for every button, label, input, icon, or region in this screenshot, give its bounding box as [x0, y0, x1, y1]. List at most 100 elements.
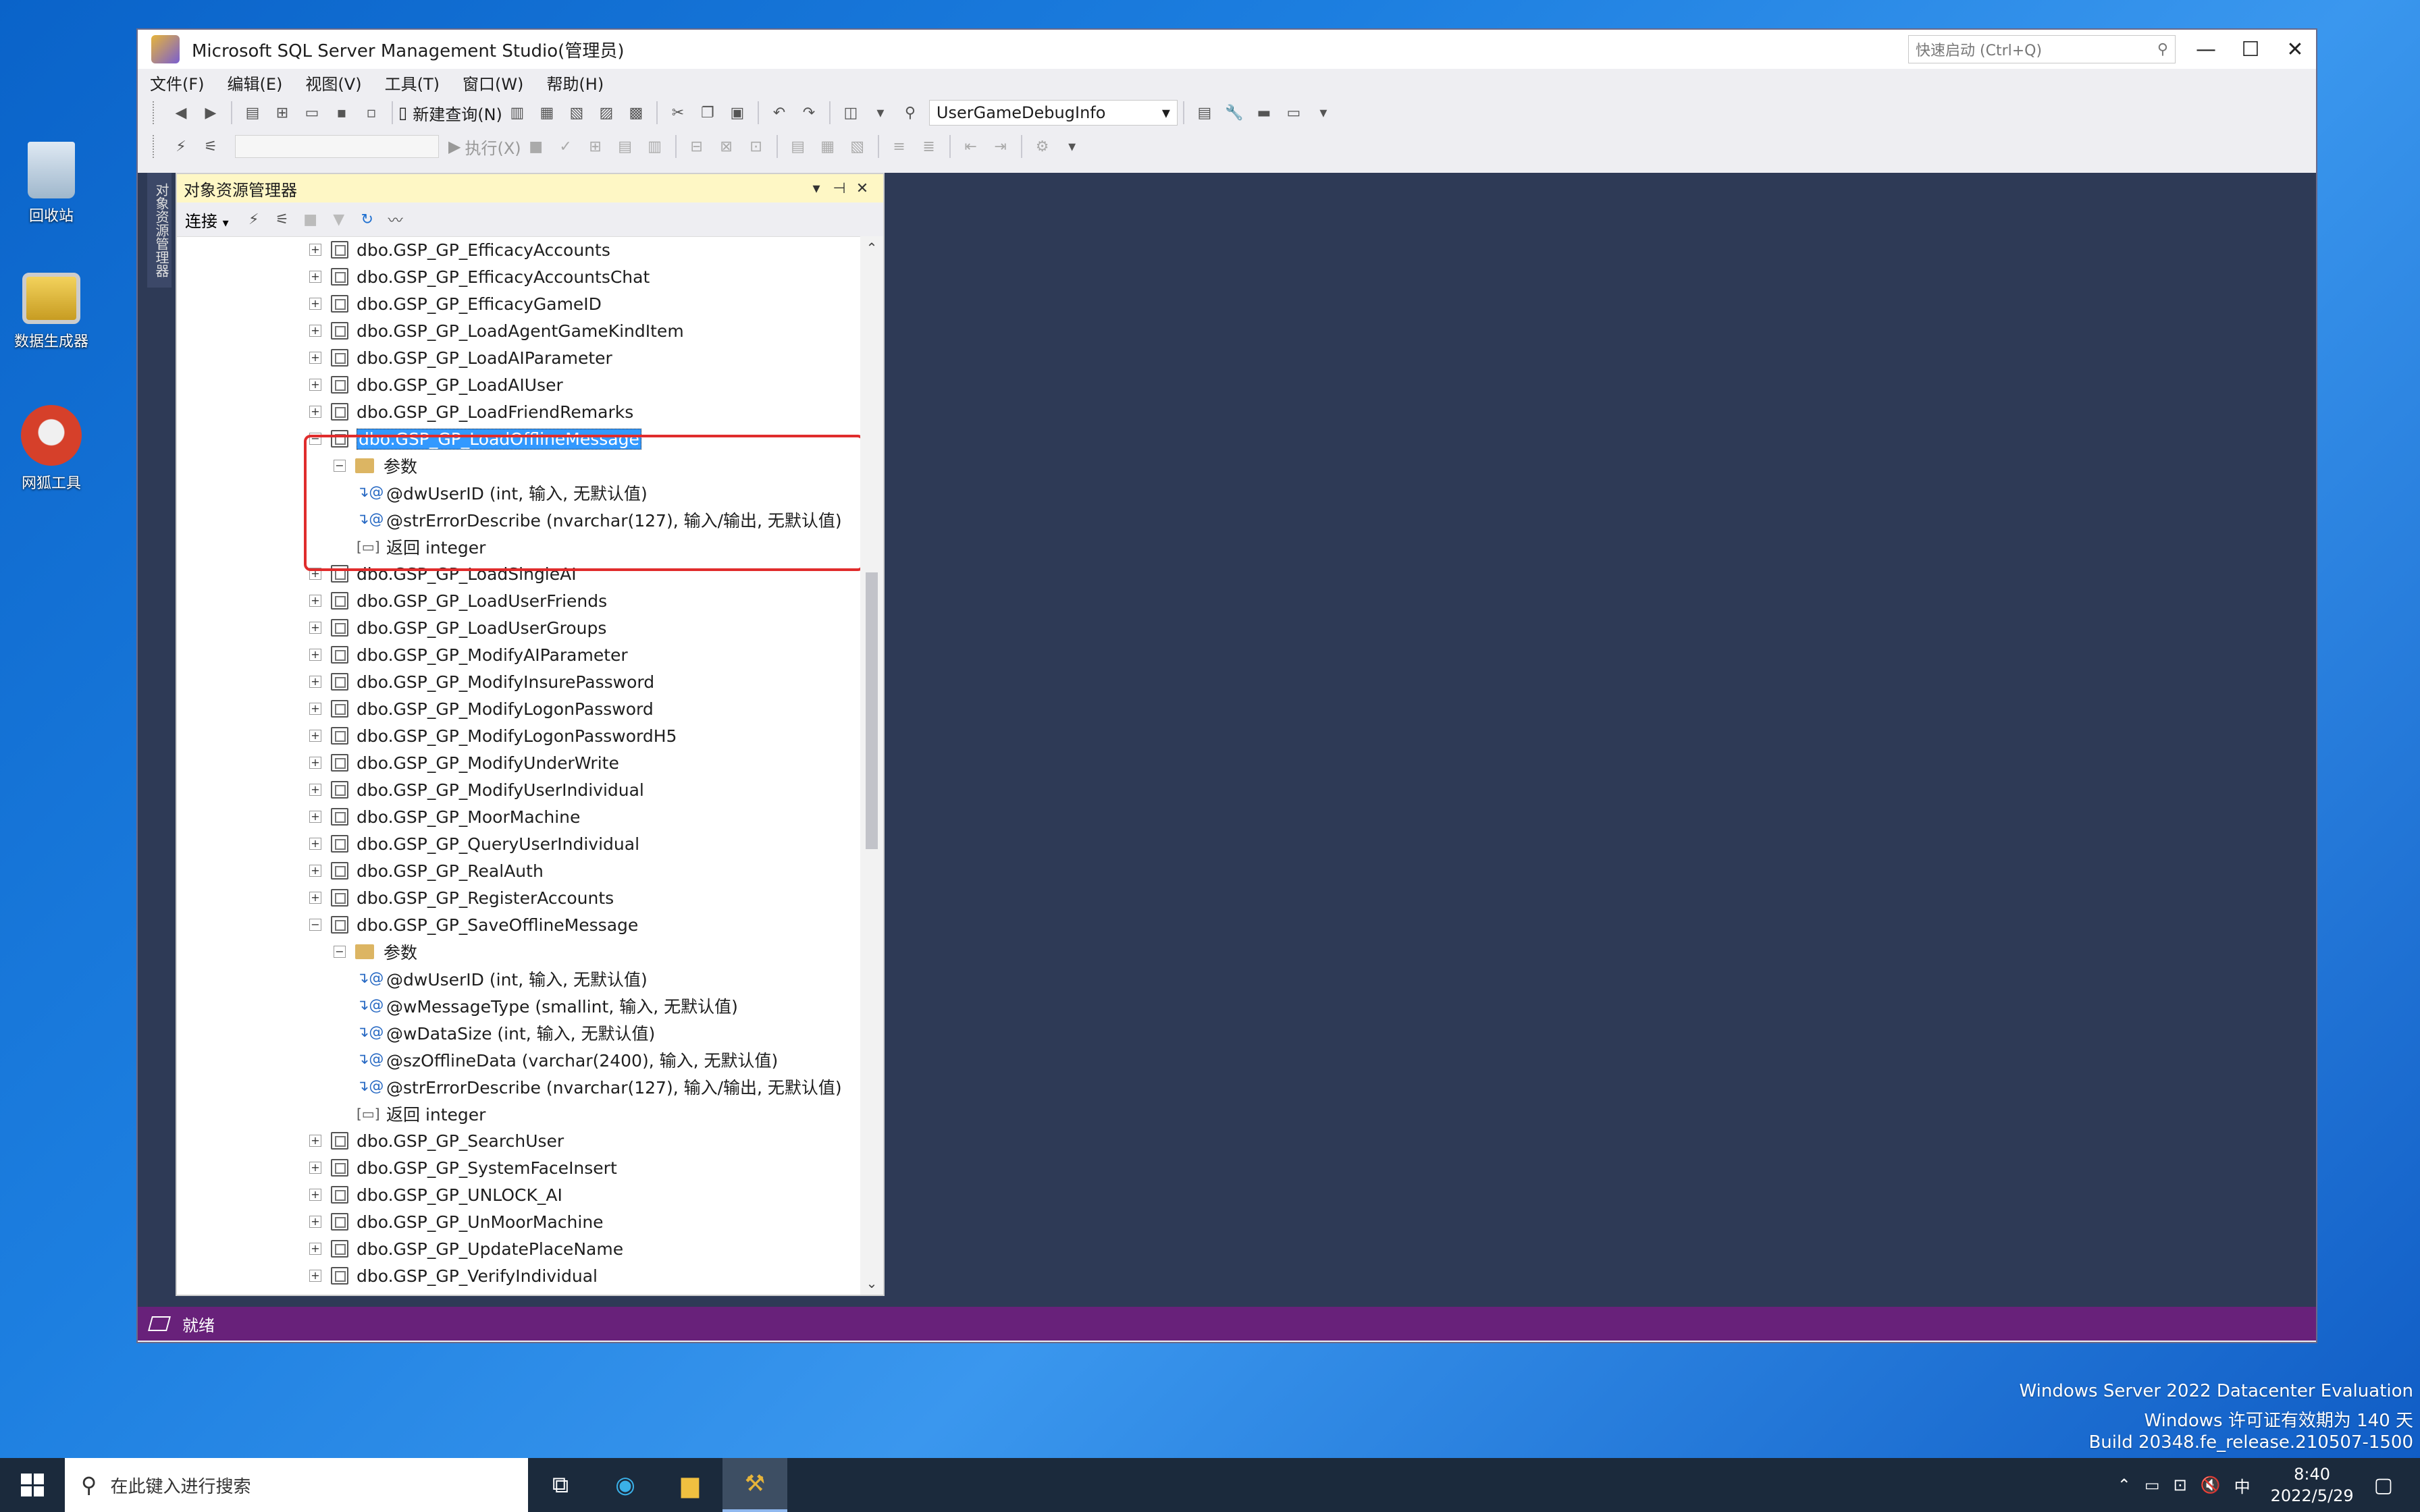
tree-node-proc[interactable]: + dbo.GSP_GP_LoadAgentGameKindItem: [309, 317, 684, 344]
activity-monitor-icon[interactable]: ◫: [840, 102, 862, 124]
ime-indicator[interactable]: 中: [2234, 1474, 2251, 1497]
expand-icon[interactable]: +: [309, 892, 321, 904]
estimated-plan-icon[interactable]: ⊞: [585, 136, 606, 157]
clock[interactable]: 8:40 2022/5/29: [2271, 1463, 2354, 1507]
toolbar-grip[interactable]: [153, 135, 158, 158]
desktop-icon-fox-tool[interactable]: 网狐工具: [0, 405, 105, 493]
expand-icon[interactable]: +: [309, 271, 321, 283]
edge-button[interactable]: ◉: [593, 1458, 658, 1512]
battery-icon[interactable]: ▭: [2145, 1476, 2160, 1494]
toolbox-icon[interactable]: ▬: [1253, 102, 1275, 124]
expand-icon[interactable]: +: [309, 1135, 321, 1147]
ssms-taskbar-button[interactable]: ⚒: [722, 1458, 787, 1512]
tree-node-param[interactable]: ↴@ @wMessageType (smallint, 输入, 无默认值): [357, 992, 738, 1019]
chevron-down-icon[interactable]: ▾: [805, 174, 828, 202]
tree-node-proc[interactable]: + dbo.GSP_GP_ModifyUnderWrite: [309, 749, 619, 776]
save-all-icon[interactable]: ▫: [361, 102, 382, 124]
expand-icon[interactable]: +: [309, 325, 321, 337]
undo-icon[interactable]: ↶: [768, 102, 790, 124]
refresh-icon[interactable]: ↻: [357, 209, 377, 230]
open-file-icon[interactable]: ▭: [301, 102, 323, 124]
scroll-up-icon[interactable]: ⌃: [860, 236, 883, 259]
activity-monitor-icon[interactable]: 〰: [386, 209, 406, 230]
tree-node-proc[interactable]: + dbo.GSP_GP_RealAuth: [309, 857, 544, 884]
tree-node-proc[interactable]: + dbo.GSP_GP_ModifyLogonPasswordH5: [309, 722, 677, 749]
increase-indent-icon[interactable]: ⇥: [990, 136, 1011, 157]
change-connection-icon[interactable]: ⚟: [200, 136, 221, 157]
comment-icon[interactable]: ≡: [889, 136, 910, 157]
tree-node-param[interactable]: ↴@ @szOfflineData (varchar(2400), 输入, 无默认…: [357, 1046, 778, 1073]
expand-icon[interactable]: +: [309, 244, 321, 256]
toolbar-grip[interactable]: [153, 101, 158, 124]
cut-icon[interactable]: ✂: [667, 102, 689, 124]
results-file-icon[interactable]: ▧: [847, 136, 868, 157]
expand-icon[interactable]: +: [309, 703, 321, 715]
disconnect-icon[interactable]: ⚟: [272, 209, 292, 230]
expand-icon[interactable]: +: [309, 784, 321, 796]
expand-icon[interactable]: +: [309, 811, 321, 823]
expand-icon[interactable]: +: [309, 1216, 321, 1228]
tree-node-proc[interactable]: + dbo.GSP_GP_ModifyLogonPassword: [309, 695, 654, 722]
close-button[interactable]: ✕: [2273, 30, 2317, 69]
tree-node-proc[interactable]: + dbo.GSP_GP_LoadFriendRemarks: [309, 398, 633, 425]
redo-icon[interactable]: ↷: [798, 102, 820, 124]
network-icon[interactable]: ⊡: [2174, 1476, 2187, 1494]
execute-button[interactable]: ▶ 执行(X): [448, 135, 521, 159]
maximize-button[interactable]: ☐: [2228, 30, 2273, 69]
expand-icon[interactable]: +: [309, 1189, 321, 1201]
available-databases-select[interactable]: UserGameDebugInfo ▾: [928, 100, 1178, 126]
tree-node-return[interactable]: [▭] 返回 integer: [357, 1100, 485, 1127]
desktop-icon-recycle-bin[interactable]: 回收站: [0, 142, 105, 225]
collapse-icon[interactable]: −: [309, 919, 321, 931]
file-explorer-button[interactable]: ▆: [658, 1458, 722, 1512]
include-plan-icon[interactable]: ⊟: [686, 136, 708, 157]
connect-dropdown[interactable]: 连接 ▾: [185, 208, 229, 232]
tree-node-proc[interactable]: + dbo.GSP_GP_ModifyInsurePassword: [309, 668, 654, 695]
stop-icon[interactable]: ■: [525, 136, 547, 157]
specify-values-icon[interactable]: ⚙: [1032, 136, 1053, 157]
tree-node-folder[interactable]: − 参数: [334, 938, 417, 965]
tree-node-proc[interactable]: + dbo.GSP_GP_VerifyIndividual: [309, 1262, 598, 1289]
client-stats-icon[interactable]: ⊡: [745, 136, 767, 157]
connect-object-explorer-icon[interactable]: ⚡: [244, 209, 264, 230]
expand-icon[interactable]: +: [309, 1270, 321, 1282]
object-explorer-header[interactable]: 对象资源管理器 ▾ ⊣ ✕: [177, 174, 883, 202]
expand-icon[interactable]: +: [309, 379, 321, 391]
tree-node-proc[interactable]: + dbo.GSP_GP_LoadUserGroups: [309, 614, 606, 641]
menu-view[interactable]: 视图(V): [305, 71, 361, 94]
xmla-query-icon[interactable]: ▨: [596, 102, 617, 124]
tree-node-proc[interactable]: + dbo.GSP_GP_UnMoorMachine: [309, 1208, 604, 1235]
properties-icon[interactable]: ▤: [1194, 102, 1215, 124]
forward-icon[interactable]: ▶: [200, 102, 221, 124]
tree-node-proc[interactable]: + dbo.GSP_GP_LoadUserFriends: [309, 587, 607, 614]
expand-icon[interactable]: +: [309, 1162, 321, 1174]
tree-node-param[interactable]: ↴@ @strErrorDescribe (nvarchar(127), 输入/输…: [357, 1073, 842, 1100]
taskbar-search-box[interactable]: ⚲ 在此键入进行搜索: [65, 1458, 528, 1512]
expand-icon[interactable]: +: [309, 649, 321, 661]
paste-icon[interactable]: ▣: [727, 102, 748, 124]
uncomment-icon[interactable]: ≣: [918, 136, 940, 157]
copy-icon[interactable]: ❐: [697, 102, 718, 124]
tree-node-proc[interactable]: + dbo.GSP_GP_EfficacyAccounts: [309, 236, 610, 263]
query-options-icon[interactable]: ▤: [614, 136, 636, 157]
tree-node-param[interactable]: ↴@ @dwUserID (int, 输入, 无默认值): [357, 965, 648, 992]
save-icon[interactable]: ▪: [331, 102, 352, 124]
quick-launch-input[interactable]: 快速启动 (Ctrl+Q) ⚲: [1908, 35, 2176, 63]
menu-help[interactable]: 帮助(H): [546, 71, 604, 94]
tree-node-proc[interactable]: + dbo.GSP_GP_UNLOCK_AI: [309, 1181, 562, 1208]
toolbar-options-icon[interactable]: ▾: [1313, 102, 1334, 124]
tree-node-proc[interactable]: − dbo.GSP_GP_SaveOfflineMessage: [309, 911, 638, 938]
menu-window[interactable]: 窗口(W): [463, 71, 523, 94]
expand-icon[interactable]: +: [309, 1243, 321, 1255]
tree-node-proc[interactable]: + dbo.GSP_GP_LoadAIUser: [309, 371, 563, 398]
title-bar[interactable]: Microsoft SQL Server Management Studio(管…: [138, 30, 2316, 69]
notification-icon[interactable]: ▢: [2374, 1474, 2393, 1497]
menu-tools[interactable]: 工具(T): [385, 71, 440, 94]
filter-icon[interactable]: ▼: [329, 209, 349, 230]
start-button[interactable]: [0, 1458, 65, 1512]
decrease-indent-icon[interactable]: ⇤: [960, 136, 982, 157]
connect-icon[interactable]: ⚡: [170, 136, 192, 157]
expand-icon[interactable]: +: [309, 865, 321, 877]
wrench-icon[interactable]: 🔧: [1224, 102, 1245, 124]
intellisense-icon[interactable]: ▥: [644, 136, 666, 157]
